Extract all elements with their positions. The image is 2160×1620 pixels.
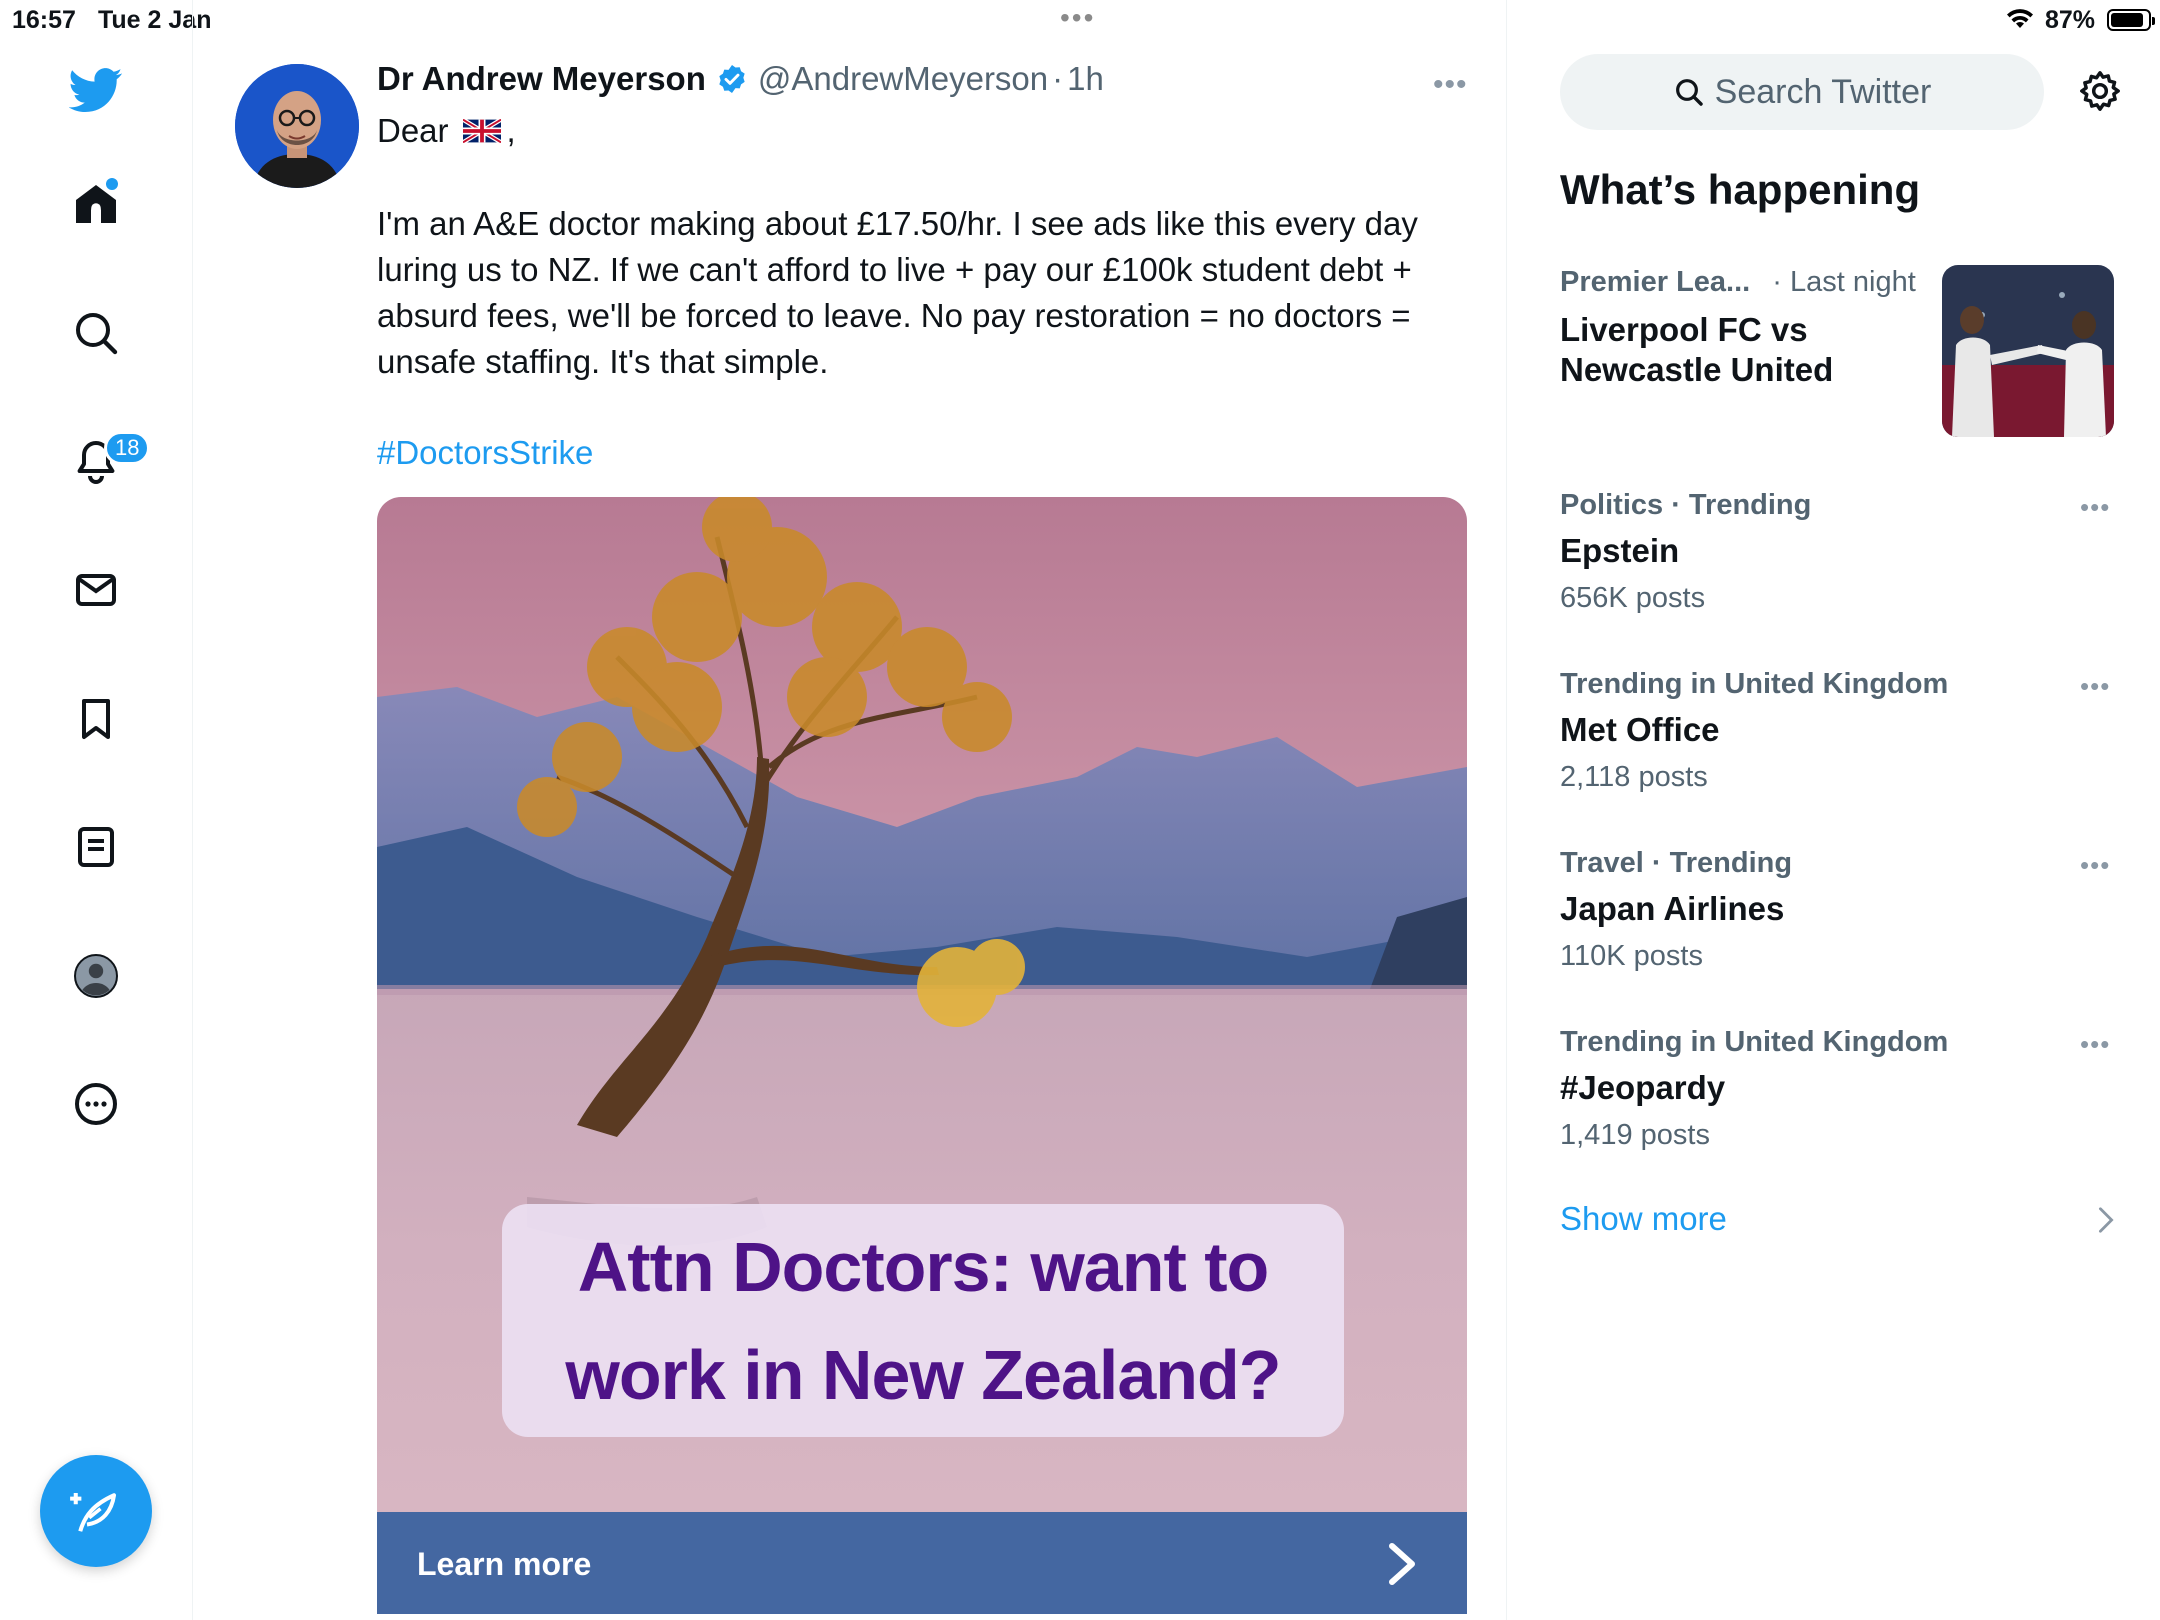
trend-meta: Travel · Trending xyxy=(1560,847,1792,880)
tweet-timestamp[interactable]: 1h xyxy=(1067,60,1104,98)
tweet-ad-media[interactable]: Attn Doctors: want to work in New Zealan… xyxy=(377,497,1467,1620)
messages-icon[interactable] xyxy=(66,560,126,620)
home-unread-dot xyxy=(106,178,118,190)
notifications-badge: 18 xyxy=(104,431,151,465)
learn-more-label: Learn more xyxy=(417,1546,592,1582)
tweet-greeting: Dear xyxy=(377,112,449,149)
verified-badge-icon xyxy=(719,65,745,93)
compose-feather-icon xyxy=(70,1493,117,1532)
trend-topic[interactable]: #Jeopardy xyxy=(1560,1068,1725,1108)
author-name[interactable]: Dr Andrew Meyerson xyxy=(377,60,706,98)
notifications-icon[interactable]: 18 xyxy=(66,431,151,491)
trend-topic[interactable]: Liverpool FC vs Newcastle United xyxy=(1560,310,1900,390)
search-input[interactable]: Search Twitter xyxy=(1560,54,2044,130)
trend-topic[interactable]: Japan Airlines xyxy=(1560,889,1784,929)
new-zealand-lake-tree-image xyxy=(377,497,1467,1512)
twitter-logo-icon[interactable] xyxy=(66,60,126,120)
trend-meta: Premier Lea... · Last night xyxy=(1560,266,1916,299)
trend-more-options-icon[interactable]: ••• xyxy=(2080,850,2110,881)
timeline-column: Dr Andrew Meyerson @AndrewMeyerson · 1h … xyxy=(193,0,1507,1620)
trend-category: Trending in United Kingdom xyxy=(1560,668,1949,700)
tweet-header: Dr Andrew Meyerson @AndrewMeyerson · 1h xyxy=(377,60,1104,98)
author-handle[interactable]: @AndrewMeyerson xyxy=(758,60,1048,98)
trend-post-count: 1,419 posts xyxy=(1560,1119,1710,1151)
tweet-greeting-line: Dear , xyxy=(377,108,1467,154)
whats-happening-title: What’s happening xyxy=(1560,166,1921,213)
tweet-greeting-suffix: , xyxy=(506,112,516,149)
more-icon[interactable] xyxy=(66,1074,126,1134)
home-icon[interactable] xyxy=(66,174,126,234)
author-avatar[interactable] xyxy=(235,64,359,188)
chevron-right-icon xyxy=(1389,1543,1415,1585)
ad-headline: Attn Doctors: want to work in New Zealan… xyxy=(502,1204,1344,1437)
profile-icon[interactable] xyxy=(66,946,126,1006)
chevron-right-icon xyxy=(2099,1207,2114,1233)
trend-category: Politics · Trending xyxy=(1560,489,1812,521)
trend-category: Premier Lea... xyxy=(1560,266,1751,298)
search-icon[interactable] xyxy=(66,303,126,363)
lists-icon[interactable] xyxy=(66,817,126,877)
search-placeholder: Search Twitter xyxy=(1714,72,1932,111)
trend-meta: Trending in United Kingdom xyxy=(1560,1026,1948,1059)
trend-post-count: 2,118 posts xyxy=(1560,761,1708,793)
trend-topic[interactable]: Epstein xyxy=(1560,531,1679,571)
learn-more-bar[interactable]: Learn more xyxy=(377,1512,1467,1614)
tweet-hashtag[interactable]: #DoctorsStrike xyxy=(377,430,1467,476)
tweet-body: I'm an A&E doctor making about £17.50/hr… xyxy=(377,205,1418,380)
trend-category: Travel · Trending xyxy=(1560,847,1793,879)
search-icon xyxy=(1675,79,1703,106)
trend-thumbnail-image[interactable] xyxy=(1942,265,2114,437)
trend-post-count: 656K posts xyxy=(1560,582,1706,614)
trend-post-count: 110K posts xyxy=(1560,940,1703,972)
bookmarks-icon[interactable] xyxy=(66,689,126,749)
trend-topic[interactable]: Met Office xyxy=(1560,710,1720,750)
header-separator: · xyxy=(1052,60,1064,97)
left-navigation: 18 xyxy=(0,0,193,1620)
trend-context: · Last night xyxy=(1772,266,1916,298)
uk-flag-icon xyxy=(462,119,501,143)
trend-more-options-icon[interactable]: ••• xyxy=(2080,671,2110,702)
trend-more-options-icon[interactable]: ••• xyxy=(2080,1029,2110,1060)
trend-category: Trending in United Kingdom xyxy=(1560,1026,1949,1058)
trend-meta: Politics · Trending xyxy=(1560,489,1811,522)
trend-meta: Trending in United Kingdom xyxy=(1560,668,1948,701)
trend-more-options-icon[interactable]: ••• xyxy=(2080,492,2110,523)
right-sidebar: Search Twitter What’s happening Premier … xyxy=(1507,0,2160,1620)
compose-tweet-button[interactable] xyxy=(40,1455,152,1567)
show-more-link[interactable]: Show more xyxy=(1560,1200,1727,1238)
settings-gear-icon[interactable] xyxy=(2077,68,2123,114)
tweet-more-options-icon[interactable]: ••• xyxy=(1433,68,1468,102)
